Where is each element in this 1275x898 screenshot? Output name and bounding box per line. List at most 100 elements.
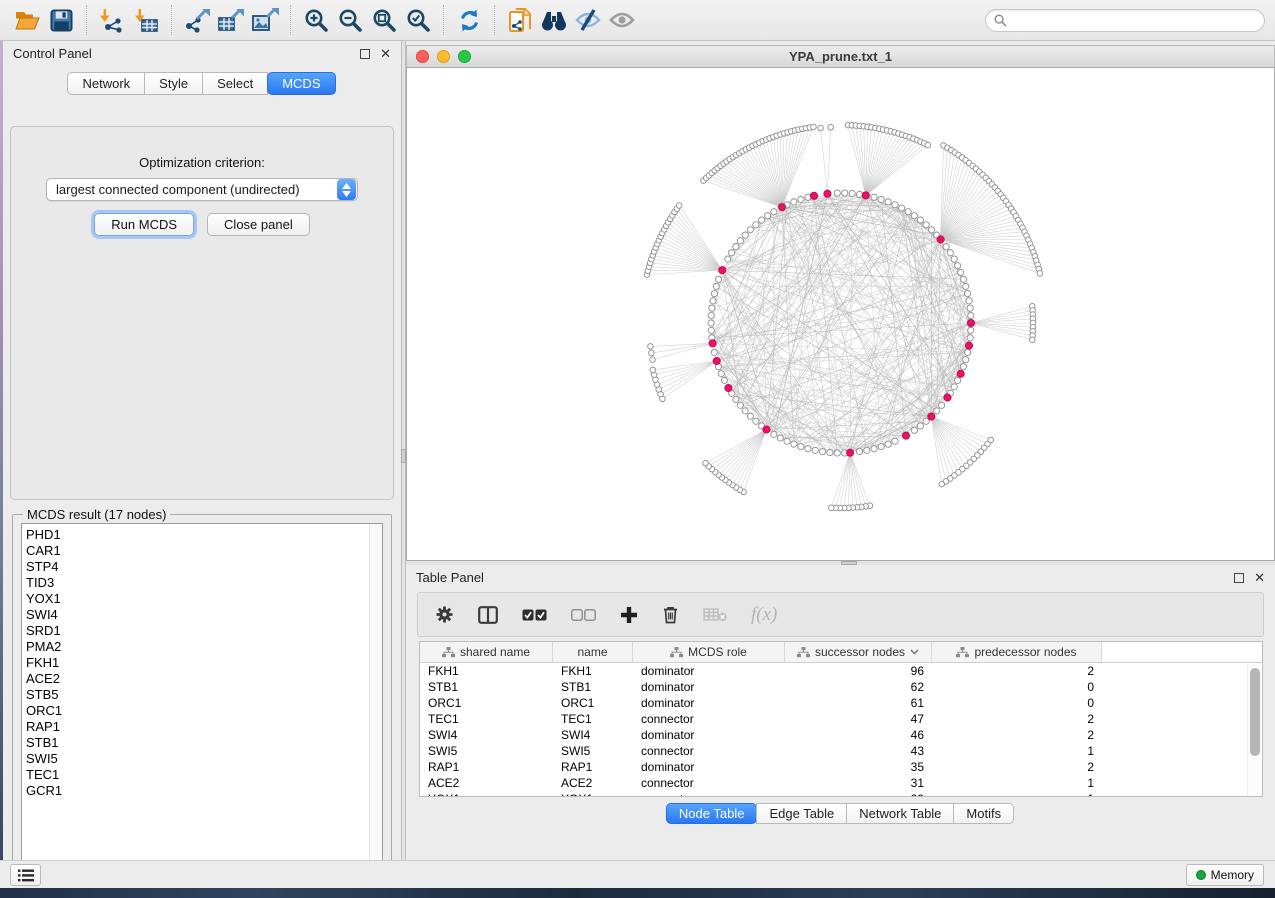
cell-name[interactable]: FKH1 xyxy=(553,664,633,678)
mcds-hub-node[interactable] xyxy=(967,319,974,326)
zoom-out-icon[interactable] xyxy=(333,5,367,35)
ring-node[interactable] xyxy=(708,312,714,318)
mcds-result-item[interactable]: GCR1 xyxy=(26,783,369,799)
ring-node[interactable] xyxy=(911,427,917,433)
ring-node[interactable] xyxy=(968,312,974,318)
cell-shared_name[interactable]: ORC1 xyxy=(420,696,553,710)
cell-name[interactable]: SWI4 xyxy=(553,728,633,742)
ring-node[interactable] xyxy=(885,441,891,447)
cell-predecessor_nodes[interactable]: 2 xyxy=(932,760,1102,774)
mcds-hub-node[interactable] xyxy=(902,432,909,439)
search-input[interactable] xyxy=(1012,13,1256,27)
leaf-node[interactable] xyxy=(925,142,931,148)
cell-predecessor_nodes[interactable]: 1 xyxy=(932,792,1102,797)
cell-successor_nodes[interactable]: 35 xyxy=(785,760,932,774)
ring-node[interactable] xyxy=(834,450,840,456)
ring-node[interactable] xyxy=(709,305,715,311)
mcds-hub-node[interactable] xyxy=(928,413,935,420)
mcds-result-item[interactable]: ACE2 xyxy=(26,671,369,687)
cell-mcds_role[interactable]: connector xyxy=(633,776,785,790)
column-header-name[interactable]: name xyxy=(553,642,633,662)
ring-node[interactable] xyxy=(965,290,971,296)
mcds-hub-node[interactable] xyxy=(778,204,785,211)
ring-node[interactable] xyxy=(753,222,759,228)
ring-node[interactable] xyxy=(960,364,966,370)
cell-mcds_role[interactable]: dominator xyxy=(633,760,785,774)
mcds-hub-node[interactable] xyxy=(824,190,831,197)
mcds-result-item[interactable]: FKH1 xyxy=(26,655,369,671)
ring-node[interactable] xyxy=(892,438,898,444)
ring-node[interactable] xyxy=(878,444,884,450)
ring-node[interactable] xyxy=(878,196,884,202)
mcds-hub-node[interactable] xyxy=(725,384,732,391)
mcds-result-item[interactable]: STB1 xyxy=(26,735,369,751)
leaf-node[interactable] xyxy=(703,460,709,466)
table-scrollbar-thumb[interactable] xyxy=(1250,668,1260,756)
mcds-result-item[interactable]: STP4 xyxy=(26,559,369,575)
cell-mcds_role[interactable]: connector xyxy=(633,744,785,758)
ring-node[interactable] xyxy=(765,213,771,219)
cell-shared_name[interactable]: TEC1 xyxy=(420,712,553,726)
ring-node[interactable] xyxy=(871,194,877,200)
find-binoculars-icon[interactable] xyxy=(537,5,571,35)
cell-mcds_role[interactable]: dominator xyxy=(633,664,785,678)
run-mcds-button[interactable]: Run MCDS xyxy=(94,213,194,236)
table-row[interactable]: FKH1FKH1dominator962 xyxy=(420,663,1262,679)
ring-node[interactable] xyxy=(871,446,877,452)
ring-node[interactable] xyxy=(771,209,777,215)
cell-predecessor_nodes[interactable]: 1 xyxy=(932,776,1102,790)
column-header-shared-name[interactable]: shared name xyxy=(420,642,553,662)
ring-node[interactable] xyxy=(708,327,714,333)
ring-node[interactable] xyxy=(885,199,891,205)
ring-node[interactable] xyxy=(929,227,935,233)
mcds-result-list[interactable]: PHD1CAR1STP4TID3YOX1SWI4SRD1PMA2FKH1ACE2… xyxy=(21,523,383,871)
ring-node[interactable] xyxy=(713,283,719,289)
cell-predecessor_nodes[interactable]: 1 xyxy=(932,744,1102,758)
cell-mcds_role[interactable]: connector xyxy=(633,712,785,726)
export-table-icon[interactable] xyxy=(214,5,248,35)
memory-button[interactable]: Memory xyxy=(1186,864,1264,886)
search-box[interactable] xyxy=(985,9,1265,32)
table-row[interactable]: ACE2ACE2connector311 xyxy=(420,775,1262,791)
node-table[interactable]: shared namenameMCDS rolesuccessor nodesp… xyxy=(419,641,1263,797)
mcds-result-item[interactable]: PHD1 xyxy=(26,527,369,543)
float-panel-icon[interactable] xyxy=(360,49,370,59)
hide-selected-icon[interactable] xyxy=(571,5,605,35)
mcds-result-item[interactable]: CAR1 xyxy=(26,543,369,559)
table-settings-gear-icon[interactable] xyxy=(435,605,454,624)
cell-shared_name[interactable]: FKH1 xyxy=(420,664,553,678)
cell-successor_nodes[interactable]: 47 xyxy=(785,712,932,726)
cell-successor_nodes[interactable]: 31 xyxy=(785,776,932,790)
leaf-node[interactable] xyxy=(811,124,817,130)
ring-node[interactable] xyxy=(759,217,765,223)
cell-predecessor_nodes[interactable]: 0 xyxy=(932,696,1102,710)
leaf-node[interactable] xyxy=(1037,271,1043,277)
ring-node[interactable] xyxy=(951,384,957,390)
ring-node[interactable] xyxy=(939,402,945,408)
ring-node[interactable] xyxy=(742,232,748,238)
table-row[interactable]: SWI4SWI4dominator462 xyxy=(420,727,1262,743)
tab-node-table[interactable]: Node Table xyxy=(666,803,758,824)
tab-motifs[interactable]: Motifs xyxy=(953,803,1014,824)
mcds-hub-node[interactable] xyxy=(965,342,972,349)
leaf-node[interactable] xyxy=(649,350,655,356)
leaf-node[interactable] xyxy=(650,367,656,373)
zoom-fit-icon[interactable] xyxy=(367,5,401,35)
ring-node[interactable] xyxy=(753,418,759,424)
ring-node[interactable] xyxy=(923,222,929,228)
ring-node[interactable] xyxy=(733,243,739,249)
cell-successor_nodes[interactable]: 46 xyxy=(785,728,932,742)
ring-node[interactable] xyxy=(721,377,727,383)
ring-node[interactable] xyxy=(892,202,898,208)
leaf-node[interactable] xyxy=(648,344,654,350)
ring-node[interactable] xyxy=(958,269,964,275)
cell-mcds_role[interactable]: connector xyxy=(633,792,785,797)
ring-node[interactable] xyxy=(960,276,966,282)
open-file-icon[interactable] xyxy=(10,5,44,35)
mcds-result-item[interactable]: SRD1 xyxy=(26,623,369,639)
tab-network-table[interactable]: Network Table xyxy=(846,803,954,824)
ring-node[interactable] xyxy=(955,377,961,383)
ring-node[interactable] xyxy=(968,327,974,333)
cell-shared_name[interactable]: SWI5 xyxy=(420,744,553,758)
cell-name[interactable]: TEC1 xyxy=(553,712,633,726)
